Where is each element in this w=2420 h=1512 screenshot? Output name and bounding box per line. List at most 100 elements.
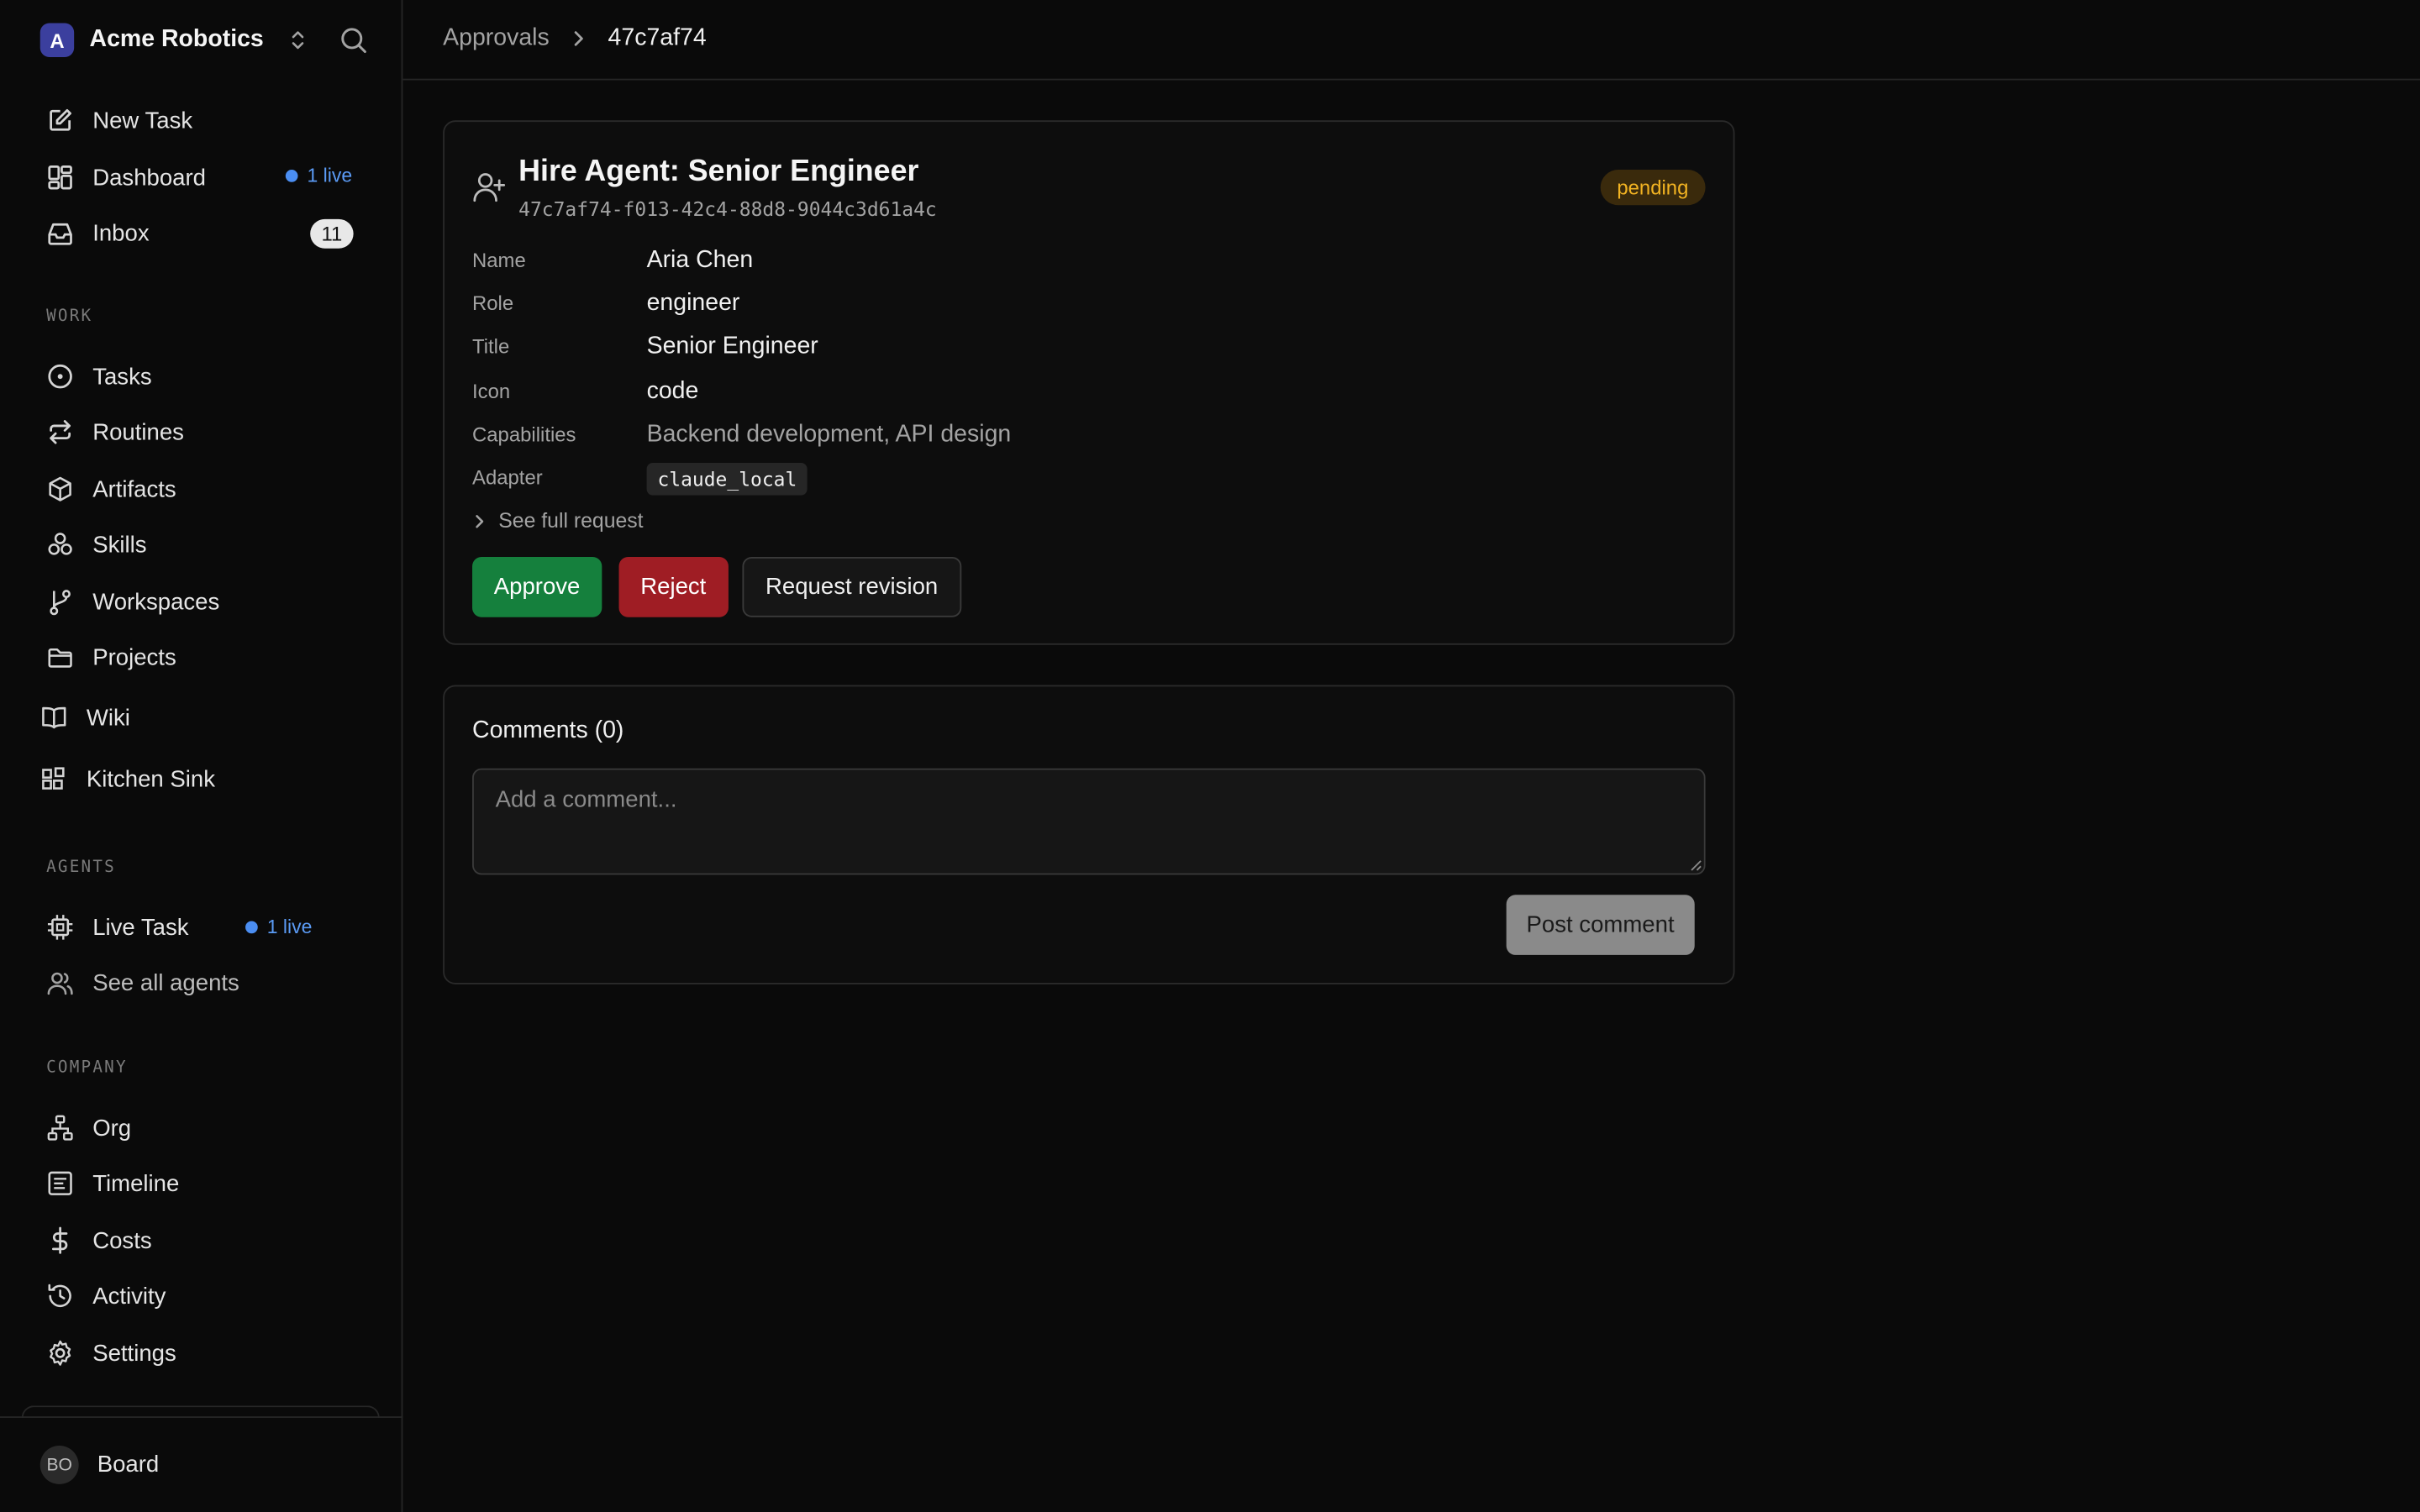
nav-label: Routines [92,418,184,445]
nav-projects[interactable]: Projects [46,638,176,675]
see-full-request-label: See full request [498,509,644,533]
inbox-count-badge: 11 [310,218,354,249]
nav-skills[interactable]: Skills [46,526,147,563]
gear-icon [50,1340,71,1366]
nav-activity[interactable]: Activity [46,1278,166,1315]
breadcrumb-current: 47c7af74 [608,24,707,51]
company-name: Acme Robotics [89,26,264,53]
nav-label: Wiki [86,704,130,731]
see-full-request-toggle[interactable]: See full request [472,509,644,533]
reject-button[interactable]: Reject [618,557,729,617]
nav-workspaces[interactable]: Workspaces [46,583,219,620]
timeline-icon [48,1171,72,1195]
nav-label: Workspaces [92,588,220,615]
nav-live-task[interactable]: Live Task [46,909,189,946]
nav-org[interactable]: Org [46,1110,131,1147]
live-label: 1 live [307,165,353,187]
blocks-icon [42,767,65,790]
user-plus-icon [473,173,506,202]
sidebar: A Acme Robotics New Task Dashboard 1 liv… [0,0,403,1512]
nav-label: Live Task [92,914,189,941]
nav-costs[interactable]: Costs [46,1222,152,1259]
nav-label: Settings [92,1340,176,1367]
nav-inbox[interactable]: Inbox [46,214,150,251]
nav-timeline[interactable]: Timeline [46,1165,179,1202]
nav-see-all-agents[interactable]: See all agents [46,964,239,1001]
post-comment-button[interactable]: Post comment [1506,895,1695,955]
chevron-right-icon [476,514,484,528]
nav-routines[interactable]: Routines [46,413,184,450]
approve-button[interactable]: Approve [472,557,602,617]
nav-artifacts[interactable]: Artifacts [46,470,176,507]
company-switcher[interactable]: A Acme Robotics [39,22,307,59]
field-value-icon: code [646,377,699,405]
field-label-role: Role [472,291,514,315]
nav-label: Org [92,1115,132,1142]
box-icon [49,476,71,501]
approval-title: Hire Agent: Senior Engineer [518,154,919,189]
section-label-agents: AGENTS [46,858,117,877]
users-icon [47,972,73,995]
field-label-capabilities: Capabilities [472,423,576,446]
user-menu[interactable]: BO Board [39,1446,159,1484]
chevrons-up-down-icon [292,31,303,50]
search-icon[interactable] [338,24,369,55]
dashboard-icon [48,165,72,190]
comments-title: Comments (0) [472,717,624,744]
nav-label: Costs [92,1227,152,1254]
live-dot [285,170,298,182]
cpu-icon [47,915,73,940]
breadcrumb-approvals[interactable]: Approvals [443,24,550,52]
field-value-role: engineer [646,290,740,317]
nav-tasks[interactable]: Tasks [46,358,152,395]
divider [0,1416,403,1418]
nav-label: Skills [92,531,147,558]
nav-kitchen-sink[interactable]: Kitchen Sink [40,761,215,798]
circle-dot-icon [48,364,72,389]
field-label-adapter: Adapter [472,465,543,490]
live-label: 1 live [266,916,313,938]
nav-label: Timeline [92,1170,180,1197]
request-revision-button[interactable]: Request revision [742,557,961,617]
nav-label: Artifacts [92,475,176,502]
live-indicator: 1 live [285,165,353,187]
edit-icon [50,108,71,131]
nav-label: Tasks [92,363,152,390]
dollar-icon [51,1226,68,1254]
inbox-icon [48,223,72,245]
nav-settings[interactable]: Settings [46,1335,176,1372]
chevron-right-icon [574,31,583,46]
nav-new-task[interactable]: New Task [46,102,192,139]
nav-dashboard[interactable]: Dashboard [46,159,206,196]
nav-label: Projects [92,643,176,671]
field-value-capabilities: Backend development, API design [646,421,1012,448]
live-indicator: 1 live [245,916,312,938]
avatar: BO [39,1446,79,1484]
live-dot [245,921,258,934]
section-label-work: WORK [46,307,93,326]
nav-label: New Task [92,107,193,134]
folder-icon [48,648,72,668]
resize-handle-icon[interactable] [1688,858,1702,872]
approval-card: Hire Agent: Senior Engineer 47c7af74-f01… [443,120,1735,645]
status-badge: pending [1600,170,1706,206]
nav-label: Inbox [92,219,150,246]
boxes-icon [48,533,72,555]
comment-input[interactable] [472,768,1706,875]
company-logo: A [39,23,75,57]
book-icon [42,706,66,729]
field-value-name: Aria Chen [646,246,754,274]
org-chart-icon [47,1115,73,1141]
git-branch-icon [50,590,71,616]
nav-wiki[interactable]: Wiki [40,699,130,736]
nav-label: See all agents [92,969,239,996]
field-label-title: Title [472,334,510,359]
comments-card: Comments (0) Post comment [443,685,1735,984]
approval-id: 47c7af74-f013-42c4-88d8-9044c3d61a4c [518,197,937,221]
field-value-title: Senior Engineer [646,333,818,360]
history-icon [48,1284,71,1308]
nav-label: Kitchen Sink [86,765,216,793]
repeat-icon [50,420,71,444]
nav-label: Dashboard [92,164,207,191]
nav-label: Activity [92,1283,166,1310]
